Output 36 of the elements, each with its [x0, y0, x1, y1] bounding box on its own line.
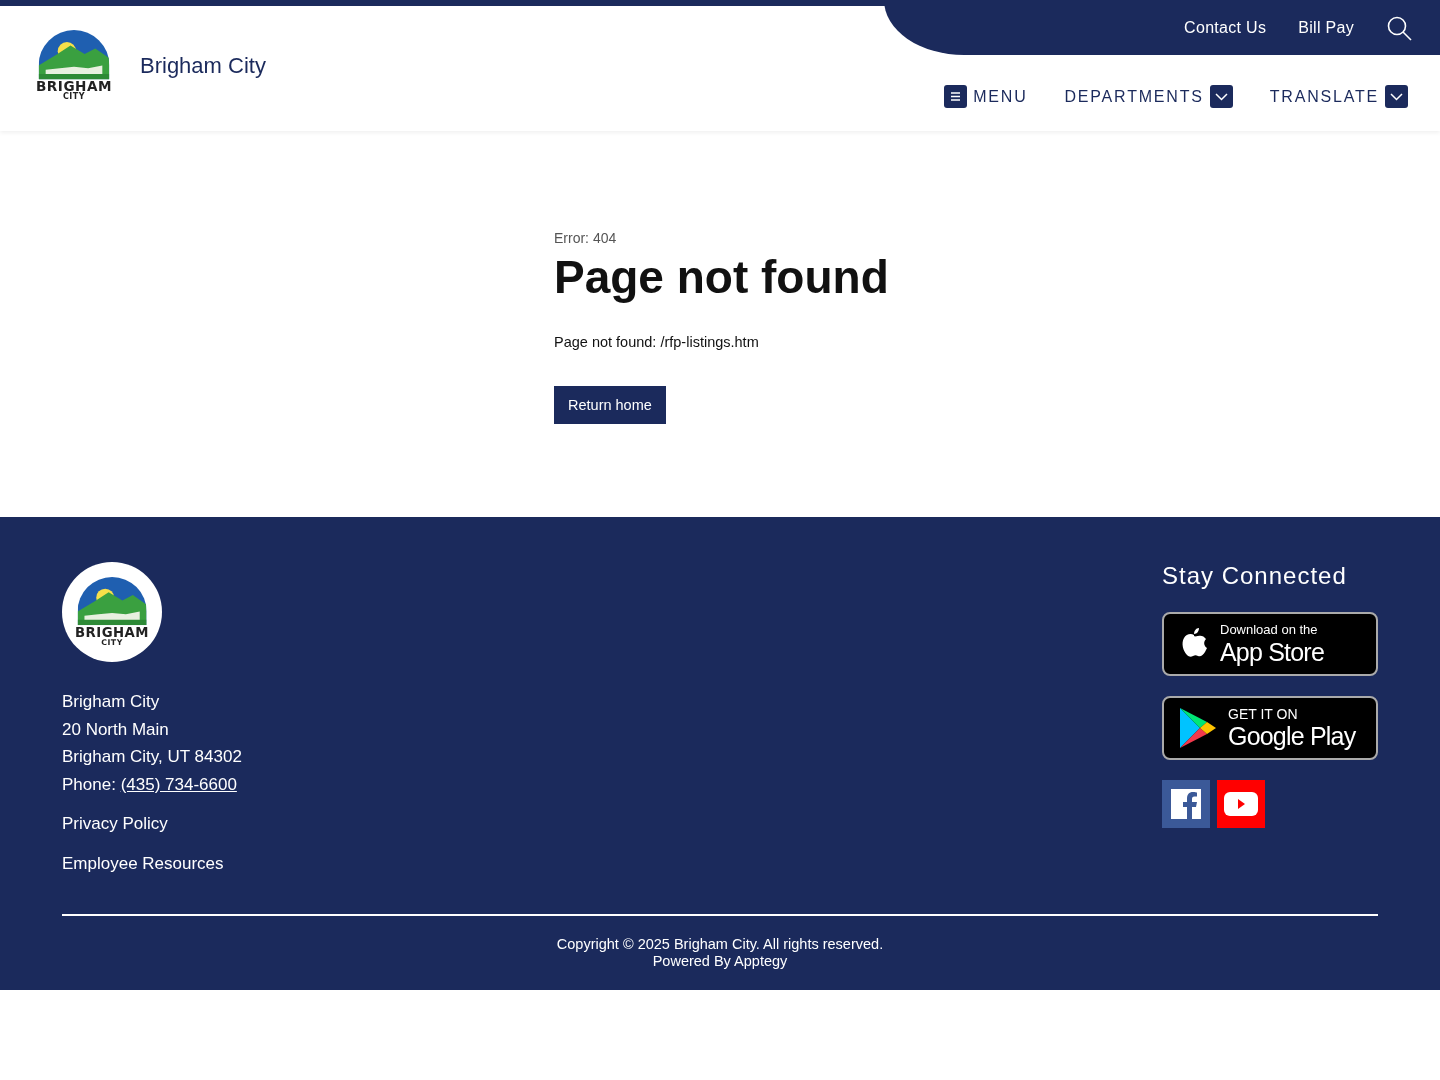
- logo-emblem-icon: [76, 577, 148, 626]
- address-line: Brigham City: [62, 691, 161, 713]
- search-icon[interactable]: [1386, 14, 1412, 41]
- powered-by-text: Powered By Apptegy: [652, 953, 788, 970]
- site-title[interactable]: Brigham City: [140, 52, 266, 79]
- return-home-button[interactable]: Return home: [554, 386, 666, 424]
- nav-button[interactable]: DEPARTMENTS: [1064, 85, 1233, 108]
- copyright-text: Copyright © 2025 Brigham City. All rights reserved.: [556, 936, 884, 953]
- app-store-badge[interactable]: GET IT ON Google Play: [1162, 696, 1378, 760]
- logo-text: CITY: [62, 93, 86, 102]
- footer-link[interactable]: Employee Resources: [62, 854, 242, 874]
- facebook-icon: [1171, 789, 1201, 819]
- utility-link[interactable]: Contact Us: [1184, 18, 1267, 37]
- utility-link[interactable]: Bill Pay: [1298, 18, 1354, 37]
- youtube-link[interactable]: [1217, 780, 1265, 828]
- phone-link[interactable]: (435) 734-6600: [120, 774, 237, 794]
- logo-text: BRIGHAM: [74, 625, 150, 639]
- nav-button[interactable]: MENU: [944, 85, 1028, 108]
- menu-icon: [944, 85, 968, 108]
- footer-link[interactable]: Privacy Policy: [62, 814, 242, 834]
- phone-line: Phone: (435) 734-6600: [62, 773, 238, 796]
- play-triangle-icon: [1178, 706, 1218, 750]
- youtube-icon: [1224, 792, 1258, 816]
- city-logo[interactable]: BRIGHAM CITY: [34, 29, 114, 102]
- address-line: Brigham City, UT 84302: [62, 746, 242, 768]
- chevron-down-icon: [1385, 85, 1408, 108]
- facebook-link[interactable]: [1162, 780, 1210, 828]
- address-line: 20 North Main: [62, 718, 170, 741]
- page-heading: Page not found: [554, 250, 890, 304]
- app-store-badge[interactable]: Download on the App Store: [1162, 612, 1378, 676]
- nav-button[interactable]: TRANSLATE: [1269, 85, 1408, 108]
- logo-emblem-icon: [38, 29, 110, 80]
- error-message: Page not found: /rfp-listings.htm: [554, 334, 760, 350]
- stay-connected-heading: Stay Connected: [1162, 562, 1348, 590]
- chevron-down-icon: [1209, 85, 1233, 108]
- error-code: Error: 404: [554, 230, 618, 246]
